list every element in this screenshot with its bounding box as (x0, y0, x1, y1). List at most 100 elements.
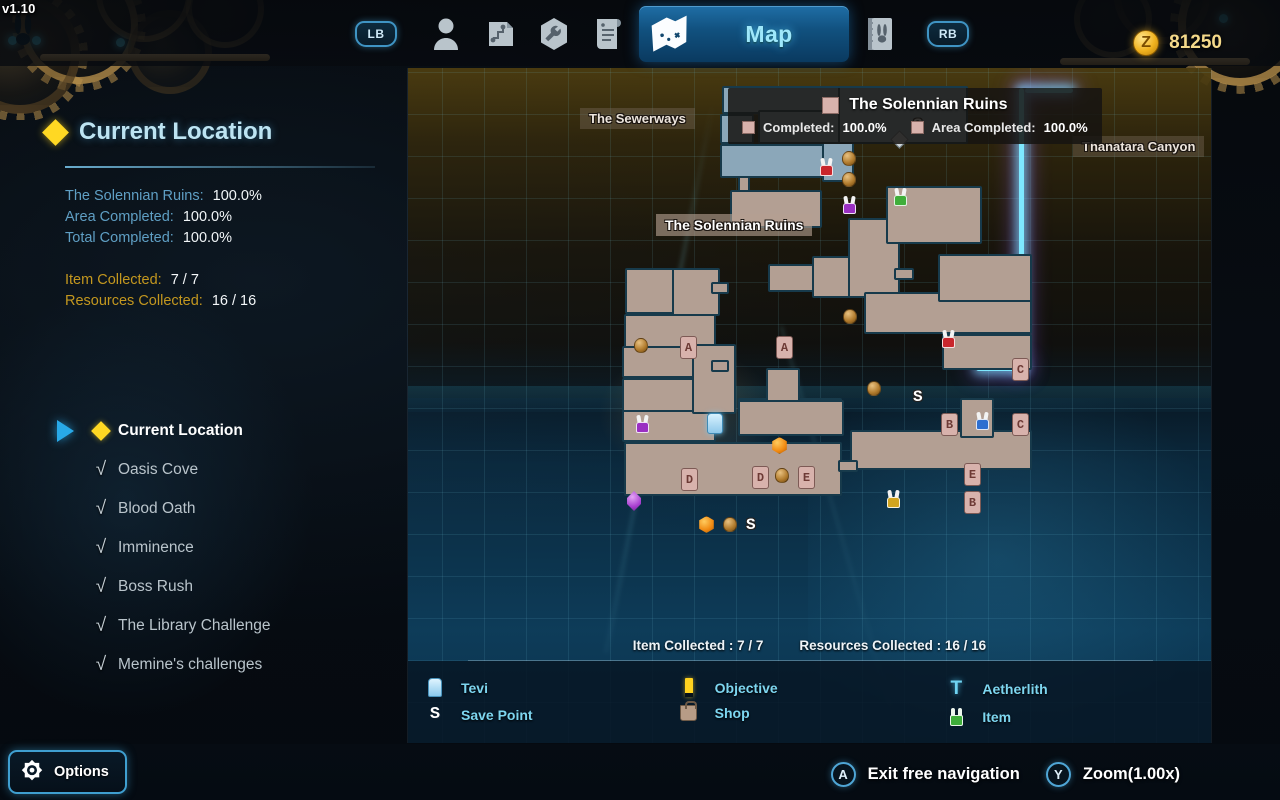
check-icon: √ (95, 653, 107, 675)
location-item-boss-rush[interactable]: √ Boss Rush (46, 567, 386, 606)
map-marker-crystal (867, 381, 881, 396)
stat-label: Item Collected: (65, 272, 162, 288)
shop-icon (676, 701, 702, 721)
map-item-collected: Item Collected : 7 / 7 (632, 638, 764, 653)
stat-label: Total Completed: (65, 230, 174, 246)
legend-item-item: Item (943, 704, 1211, 730)
map-corridor (894, 268, 914, 280)
map-room (850, 430, 1032, 470)
map-view[interactable]: A A D D E S E B S C C B S The Sewerways … (407, 68, 1212, 743)
map-room (692, 344, 736, 414)
map-marker-crystal (843, 309, 857, 324)
map-footer-stats: Item Collected : 7 / 7 Resources Collect… (408, 638, 1211, 661)
stat-value: 7 / 7 (170, 272, 199, 288)
right-bumper-button[interactable]: RB (927, 21, 969, 47)
selection-cursor-icon (46, 419, 84, 442)
stat-label: The Solennian Ruins: (65, 188, 204, 204)
stat-row: Resources Collected: 16 / 16 (65, 291, 385, 311)
location-item-the-library-challenge[interactable]: √ The Library Challenge (46, 606, 386, 645)
area-color-swatch (822, 96, 840, 114)
hint-label: Zoom(1.00x) (1082, 765, 1180, 783)
check-icon: √ (95, 614, 107, 636)
button-hints: A Exit free navigation Y Zoom(1.00x) (830, 762, 1180, 787)
skill-tree-icon[interactable] (473, 8, 527, 60)
legend-item-shop: Shop (676, 701, 944, 725)
stat-row: The Solennian Ruins: 100.0% (65, 186, 385, 206)
location-label: Blood Oath (118, 499, 196, 517)
hint-zoom[interactable]: Y Zoom(1.00x) (1045, 762, 1180, 787)
map-marker-door: C (1012, 358, 1029, 381)
location-label: Imminence (118, 538, 194, 556)
map-marker-crystal (723, 517, 737, 532)
objective-icon (676, 678, 702, 697)
location-item-current-location[interactable]: Current Location (46, 411, 386, 450)
page-title: Current Location (79, 118, 273, 145)
map-marker-bunny (886, 489, 901, 508)
tab-map[interactable]: Map (639, 6, 849, 62)
map-marker-bunny (893, 187, 908, 206)
options-button[interactable]: Options (8, 750, 127, 794)
map-marker-crystal (698, 516, 715, 533)
map-info-title: The Solennian Ruins (849, 96, 1008, 113)
map-area-label-current: The Solennian Ruins (656, 214, 813, 236)
location-item-memines-challenges[interactable]: √ Memine's challenges (46, 645, 386, 684)
wrench-icon[interactable] (527, 8, 581, 60)
legend-label: Aetherlith (982, 681, 1048, 697)
location-item-oasis-cove[interactable]: √ Oasis Cove (46, 450, 386, 489)
color-swatch (910, 121, 924, 134)
legend-item-aetherlith: T Aetherlith (943, 674, 1211, 704)
location-item-blood-oath[interactable]: √ Blood Oath (46, 489, 386, 528)
legend-label: Shop (714, 705, 750, 721)
check-icon: √ (95, 497, 107, 519)
map-marker-crystal (775, 468, 789, 483)
map-marker-door: E (798, 466, 815, 489)
map-marker-door: A (776, 336, 793, 359)
label: Completed: (763, 120, 835, 135)
stat-label: Resources Collected: (65, 293, 203, 309)
map-icon (651, 15, 687, 52)
currency-display: Z 81250 (1133, 30, 1222, 56)
currency-amount: 81250 (1169, 32, 1222, 53)
bestiary-book-icon[interactable] (853, 8, 907, 60)
map-marker-bunny (819, 157, 834, 176)
check-icon: √ (95, 575, 107, 597)
diamond-icon (84, 420, 118, 441)
character-icon[interactable] (419, 8, 473, 60)
map-room (938, 254, 1032, 302)
map-marker-bunny (941, 329, 956, 348)
left-bumper-button[interactable]: LB (355, 21, 397, 47)
map-info-area-completed: Area Completed: 100.0% (910, 120, 1088, 135)
legend-item-save-point: S Save Point (422, 701, 676, 728)
map-marker-bunny (975, 411, 990, 430)
stat-row: Item Collected: 7 / 7 (65, 270, 385, 290)
legend-label: Item (982, 709, 1012, 725)
value: 100.0% (1043, 120, 1088, 135)
coin-icon: Z (1133, 30, 1160, 56)
legend-label: Objective (714, 679, 778, 696)
map-marker-door: D (681, 468, 698, 491)
sidebar-header: Current Location (42, 118, 273, 146)
legend-label: Tevi (461, 679, 488, 696)
a-button-icon: A (830, 762, 856, 787)
map-marker-door: E (964, 463, 981, 486)
collection-stats: Item Collected: 7 / 7 Resources Collecte… (65, 270, 385, 311)
map-marker-tevi (707, 413, 723, 434)
value: 100.0% (842, 120, 887, 135)
location-label: Oasis Cove (118, 460, 199, 478)
map-corridor (711, 360, 729, 372)
map-marker-crystal (627, 491, 641, 511)
hint-exit-free-navigation[interactable]: A Exit free navigation (830, 762, 1020, 787)
map-marker-save-point: S (913, 388, 923, 406)
map-corridor (838, 460, 858, 472)
bottom-bar: Options A Exit free navigation Y Zoom(1.… (0, 744, 1280, 800)
map-marker-save-point: S (746, 516, 756, 534)
map-marker-door: B (964, 491, 981, 514)
color-swatch (742, 121, 755, 134)
map-legend: Tevi S Save Point Objective Shop T Aethe… (408, 661, 1211, 743)
location-item-imminence[interactable]: √ Imminence (46, 528, 386, 567)
label: Area Completed: (931, 120, 1036, 135)
map-marker-door: D (752, 466, 769, 489)
map-room (720, 144, 834, 178)
version-label: v1.10 (2, 1, 36, 16)
quest-scroll-icon[interactable] (581, 8, 635, 60)
